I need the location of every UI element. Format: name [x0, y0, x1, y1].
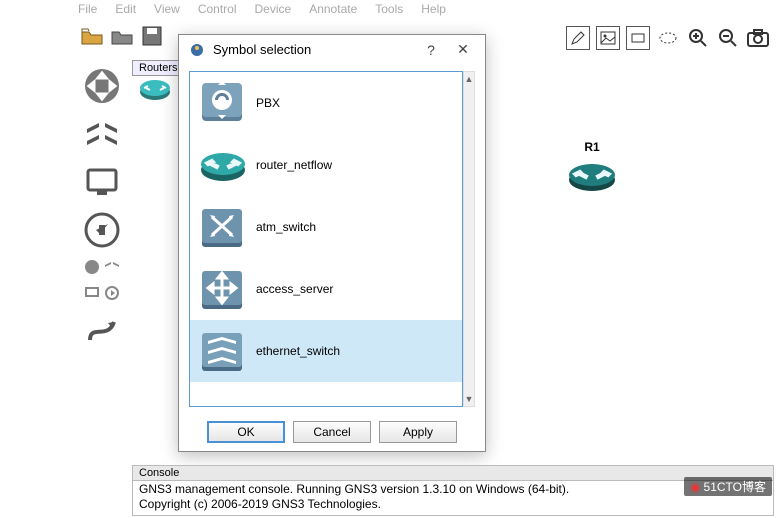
atm-switch-icon	[198, 203, 246, 251]
folder-icon[interactable]	[108, 22, 136, 50]
canvas-device-r1[interactable]: R1	[566, 140, 618, 194]
rectangle-icon[interactable]	[626, 26, 650, 50]
symbol-item-atm-switch[interactable]: atm_switch	[190, 196, 462, 258]
switch-category-icon[interactable]	[82, 114, 122, 154]
scroll-up-icon[interactable]: ▲	[464, 72, 474, 86]
router-thumbnail[interactable]	[138, 76, 172, 102]
console-title[interactable]: Console	[132, 465, 774, 481]
right-toolbar	[566, 26, 770, 50]
menu-annotate[interactable]: Annotate	[309, 2, 357, 16]
sub-router-icon[interactable]	[83, 258, 101, 276]
dock-sub-row1	[83, 258, 121, 276]
symbol-item-router-netflow[interactable]: router_netflow	[190, 134, 462, 196]
open-folder-icon[interactable]	[78, 22, 106, 50]
zoom-in-icon[interactable]	[686, 26, 710, 50]
sub-play-icon[interactable]	[103, 284, 121, 302]
dialog-title: Symbol selection	[213, 42, 411, 57]
image-icon[interactable]	[596, 26, 620, 50]
menu-control[interactable]: Control	[198, 2, 237, 16]
dialog-scrollbar[interactable]: ▲ ▼	[463, 71, 475, 407]
help-button[interactable]: ?	[419, 42, 443, 58]
apply-button[interactable]: Apply	[379, 421, 457, 443]
symbol-label: access_server	[256, 282, 333, 296]
ethernet-switch-icon	[198, 327, 246, 375]
symbol-list[interactable]: PBX router_netflow atm_switch access_ser…	[189, 71, 463, 407]
device-label: R1	[566, 140, 618, 154]
menu-view[interactable]: View	[154, 2, 180, 16]
cancel-button[interactable]: Cancel	[293, 421, 371, 443]
menu-device[interactable]: Device	[255, 2, 292, 16]
router-netflow-icon	[198, 141, 246, 189]
router-icon	[566, 158, 618, 194]
sub-switch-icon[interactable]	[103, 258, 121, 276]
ellipse-icon[interactable]	[656, 26, 680, 50]
menu-edit[interactable]: Edit	[115, 2, 136, 16]
sub-host-icon[interactable]	[83, 284, 101, 302]
menu-help[interactable]: Help	[421, 2, 446, 16]
menu-file[interactable]: File	[78, 2, 97, 16]
security-category-icon[interactable]	[82, 210, 122, 250]
watermark: ◉ 51CTO博客	[684, 477, 772, 496]
console-body[interactable]: GNS3 management console. Running GNS3 ve…	[132, 481, 774, 516]
console-line2: Copyright (c) 2006-2019 GNS3 Technologie…	[139, 497, 381, 511]
dialog-titlebar[interactable]: Symbol selection ? ✕	[179, 35, 485, 64]
symbol-label: atm_switch	[256, 220, 316, 234]
menu-tools[interactable]: Tools	[375, 2, 403, 16]
symbol-item-access-server[interactable]: access_server	[190, 258, 462, 320]
symbol-item-ethernet-switch[interactable]: ethernet_switch	[190, 320, 462, 382]
symbol-label: router_netflow	[256, 158, 332, 172]
link-tool-icon[interactable]	[82, 310, 122, 350]
zoom-out-icon[interactable]	[716, 26, 740, 50]
app-icon	[189, 42, 205, 58]
ok-button[interactable]: OK	[207, 421, 285, 443]
dock-sub-row2	[83, 284, 121, 302]
router-category-icon[interactable]	[82, 66, 122, 106]
symbol-label: ethernet_switch	[256, 344, 340, 358]
host-category-icon[interactable]	[82, 162, 122, 202]
left-dock	[76, 60, 128, 356]
edit-icon[interactable]	[566, 26, 590, 50]
pbx-icon	[198, 79, 246, 127]
symbol-selection-dialog: Symbol selection ? ✕ PBX router_netflow …	[178, 34, 486, 452]
save-icon[interactable]	[138, 22, 166, 50]
routers-panel-tab[interactable]: Routers	[132, 60, 185, 76]
access-server-icon	[198, 265, 246, 313]
scroll-down-icon[interactable]: ▼	[464, 392, 474, 406]
symbol-item-pbx[interactable]: PBX	[190, 72, 462, 134]
console-line1: GNS3 management console. Running GNS3 ve…	[139, 482, 569, 496]
menu-bar: File Edit View Control Device Annotate T…	[0, 0, 778, 18]
camera-icon[interactable]	[746, 26, 770, 50]
close-button[interactable]: ✕	[451, 41, 475, 58]
dialog-buttons: OK Cancel Apply	[179, 421, 485, 443]
symbol-label: PBX	[256, 96, 280, 110]
console-panel: Console GNS3 management console. Running…	[132, 465, 774, 516]
